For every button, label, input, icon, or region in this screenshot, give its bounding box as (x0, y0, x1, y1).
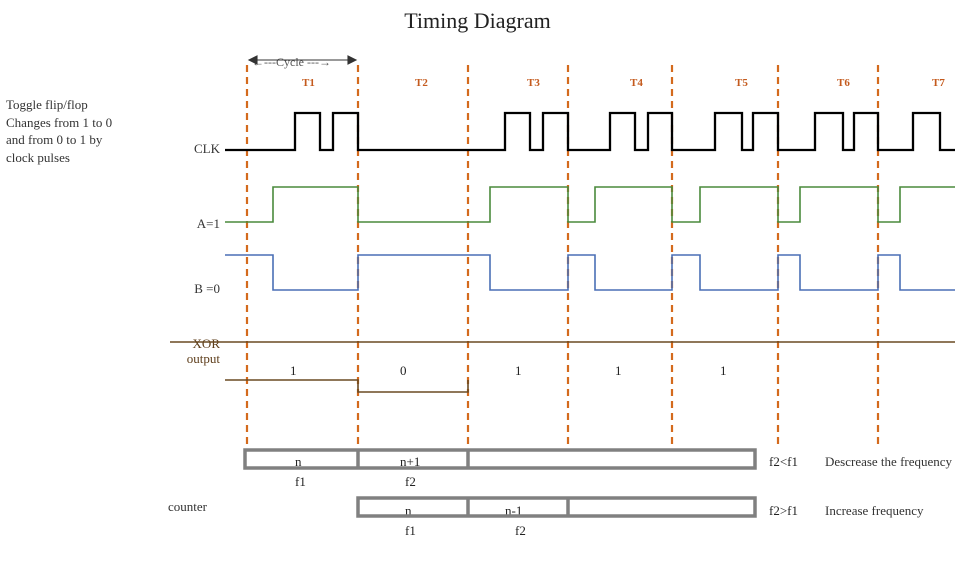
timing-svg (0, 0, 955, 566)
clk-waveform (225, 113, 955, 150)
cycle-arrow (249, 56, 356, 64)
xor-waveform-dip (225, 380, 468, 392)
counter-boxB (358, 498, 755, 516)
a-waveform (225, 187, 955, 222)
b-waveform (225, 255, 955, 290)
counter-boxA (245, 450, 755, 468)
